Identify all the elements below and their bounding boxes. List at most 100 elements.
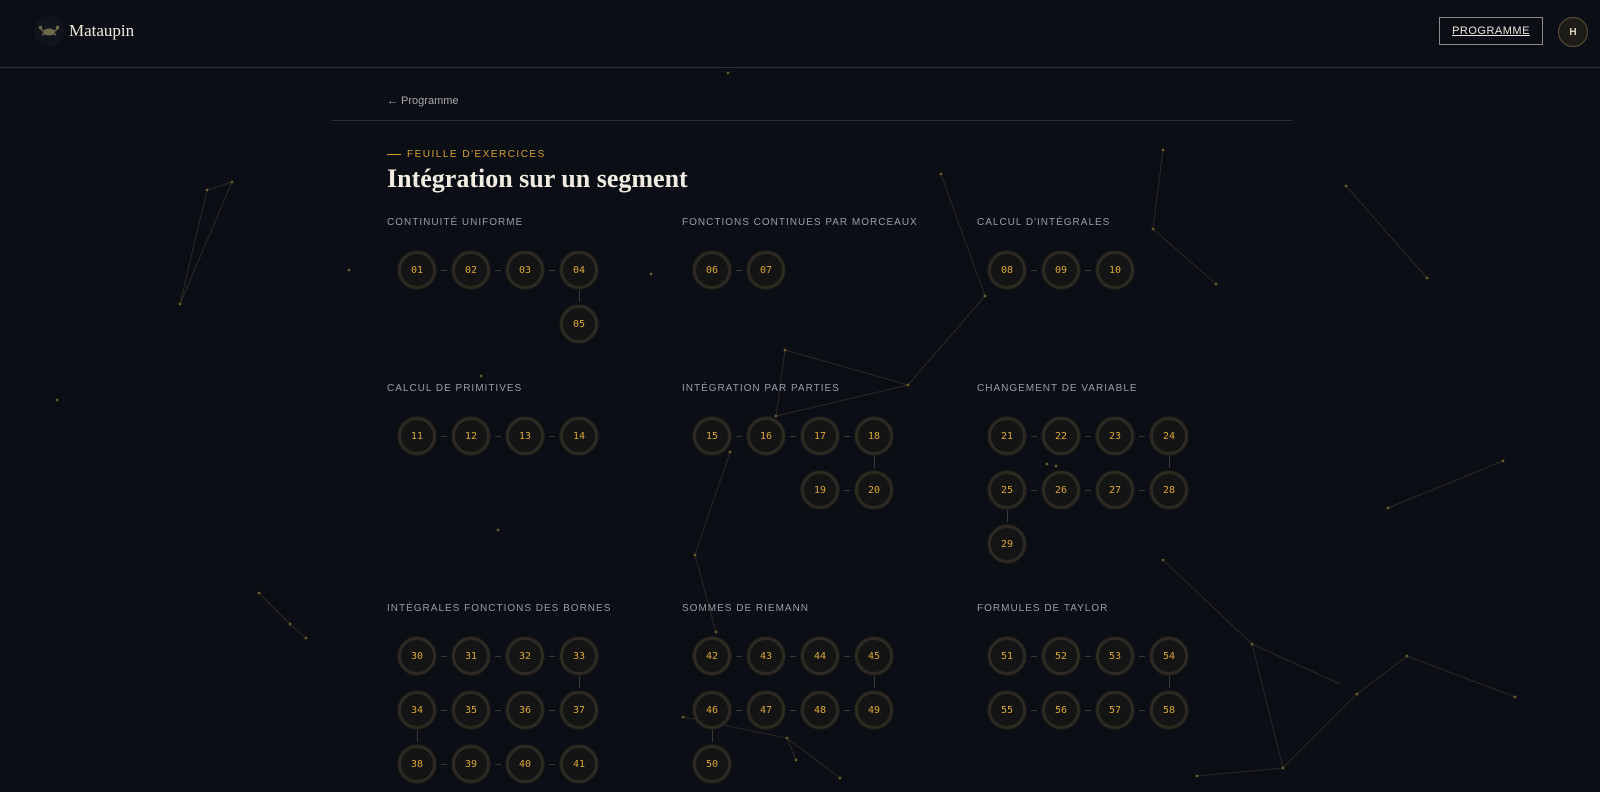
exercise-node[interactable]: 16	[747, 417, 785, 455]
constellation-line	[1152, 228, 1217, 285]
constellation-star	[1195, 774, 1199, 778]
exercise-node[interactable]: 56	[1042, 691, 1080, 729]
constellation-line	[1345, 185, 1428, 279]
constellation-star	[794, 758, 798, 762]
page-title: Intégration sur un segment	[387, 164, 688, 193]
constellation-line	[940, 173, 986, 297]
brand-link[interactable]: Mataupin	[34, 16, 134, 46]
exercise-node[interactable]: 04	[560, 251, 598, 289]
constellation-star	[496, 528, 500, 532]
exercise-node[interactable]: 06	[693, 251, 731, 289]
constellation-star	[1214, 282, 1218, 286]
constellation-star	[288, 622, 292, 626]
constellation-line	[1282, 693, 1358, 769]
exercise-node[interactable]: 42	[693, 637, 731, 675]
exercise-node[interactable]: 11	[398, 417, 436, 455]
constellation-line	[775, 349, 786, 417]
exercise-node[interactable]: 12	[452, 417, 490, 455]
constellation-star	[347, 268, 351, 272]
constellation-star	[728, 450, 732, 454]
exercise-node[interactable]: 24	[1150, 417, 1188, 455]
exercise-node[interactable]: 33	[560, 637, 598, 675]
exercise-node[interactable]: 57	[1096, 691, 1134, 729]
exercise-node[interactable]: 40	[506, 745, 544, 783]
exercise-node[interactable]: 32	[506, 637, 544, 675]
constellation-line	[1196, 767, 1284, 777]
exercise-node[interactable]: 20	[855, 471, 893, 509]
exercise-node[interactable]: 54	[1150, 637, 1188, 675]
divider	[332, 120, 1292, 121]
exercise-node[interactable]: 09	[1042, 251, 1080, 289]
constellation-line	[784, 349, 909, 386]
exercise-node[interactable]: 21	[988, 417, 1026, 455]
dash-icon	[387, 153, 401, 156]
exercise-node[interactable]: 41	[560, 745, 598, 783]
constellation-line	[179, 181, 233, 305]
exercise-node[interactable]: 25	[988, 471, 1026, 509]
exercise-node[interactable]: 45	[855, 637, 893, 675]
exercise-node[interactable]: 48	[801, 691, 839, 729]
exercise-node[interactable]: 15	[693, 417, 731, 455]
exercise-node[interactable]: 03	[506, 251, 544, 289]
constellation-line	[289, 623, 307, 639]
exercise-node[interactable]: 01	[398, 251, 436, 289]
top-bar: Mataupin PROGRAMME H	[0, 0, 1600, 68]
exercise-node[interactable]: 47	[747, 691, 785, 729]
exercise-node[interactable]: 02	[452, 251, 490, 289]
constellation-star	[1344, 184, 1348, 188]
constellation-line	[258, 592, 291, 625]
constellation-star	[774, 414, 778, 418]
exercise-node[interactable]: 14	[560, 417, 598, 455]
constellation-star	[714, 630, 718, 634]
exercise-node[interactable]: 19	[801, 471, 839, 509]
exercise-node[interactable]: 49	[855, 691, 893, 729]
constellation-star	[649, 272, 653, 276]
exercise-node[interactable]: 36	[506, 691, 544, 729]
exercise-node[interactable]: 38	[398, 745, 436, 783]
constellation-line	[1152, 149, 1164, 230]
exercise-node[interactable]: 23	[1096, 417, 1134, 455]
constellation-star	[1425, 276, 1429, 280]
constellation-star	[1355, 692, 1359, 696]
constellation-star	[304, 636, 308, 640]
exercise-node[interactable]: 22	[1042, 417, 1080, 455]
constellation-star	[838, 776, 842, 780]
exercise-node[interactable]: 13	[506, 417, 544, 455]
exercise-node[interactable]: 43	[747, 637, 785, 675]
exercise-node[interactable]: 55	[988, 691, 1026, 729]
constellation-star	[1405, 654, 1409, 658]
exercise-node[interactable]: 46	[693, 691, 731, 729]
constellation-star	[681, 715, 685, 719]
exercise-node[interactable]: 26	[1042, 471, 1080, 509]
exercise-node[interactable]: 52	[1042, 637, 1080, 675]
exercise-node[interactable]: 08	[988, 251, 1026, 289]
exercise-node[interactable]: 37	[560, 691, 598, 729]
exercise-node[interactable]: 51	[988, 637, 1026, 675]
exercise-node[interactable]: 05	[560, 305, 598, 343]
back-to-program-link[interactable]: ← Programme	[387, 95, 459, 107]
exercise-node[interactable]: 10	[1096, 251, 1134, 289]
constellation-star	[693, 553, 697, 557]
sheet-eyebrow: FEUILLE D'EXERCICES	[387, 149, 546, 160]
constellation-line	[907, 295, 986, 386]
constellation-star	[1250, 642, 1254, 646]
exercise-node[interactable]: 31	[452, 637, 490, 675]
user-avatar[interactable]: H	[1558, 17, 1588, 47]
exercise-node[interactable]: 30	[398, 637, 436, 675]
exercise-node[interactable]: 28	[1150, 471, 1188, 509]
exercise-node[interactable]: 27	[1096, 471, 1134, 509]
exercise-node[interactable]: 29	[988, 525, 1026, 563]
exercise-node[interactable]: 34	[398, 691, 436, 729]
exercise-node[interactable]: 18	[855, 417, 893, 455]
exercise-node[interactable]: 39	[452, 745, 490, 783]
exercise-node[interactable]: 17	[801, 417, 839, 455]
exercise-node[interactable]: 35	[452, 691, 490, 729]
exercise-node[interactable]: 07	[747, 251, 785, 289]
program-button[interactable]: PROGRAMME	[1439, 17, 1543, 45]
exercise-node[interactable]: 44	[801, 637, 839, 675]
constellation-line	[694, 451, 731, 556]
constellation-star	[783, 348, 787, 352]
exercise-node[interactable]: 58	[1150, 691, 1188, 729]
exercise-node[interactable]: 53	[1096, 637, 1134, 675]
exercise-node[interactable]: 50	[693, 745, 731, 783]
